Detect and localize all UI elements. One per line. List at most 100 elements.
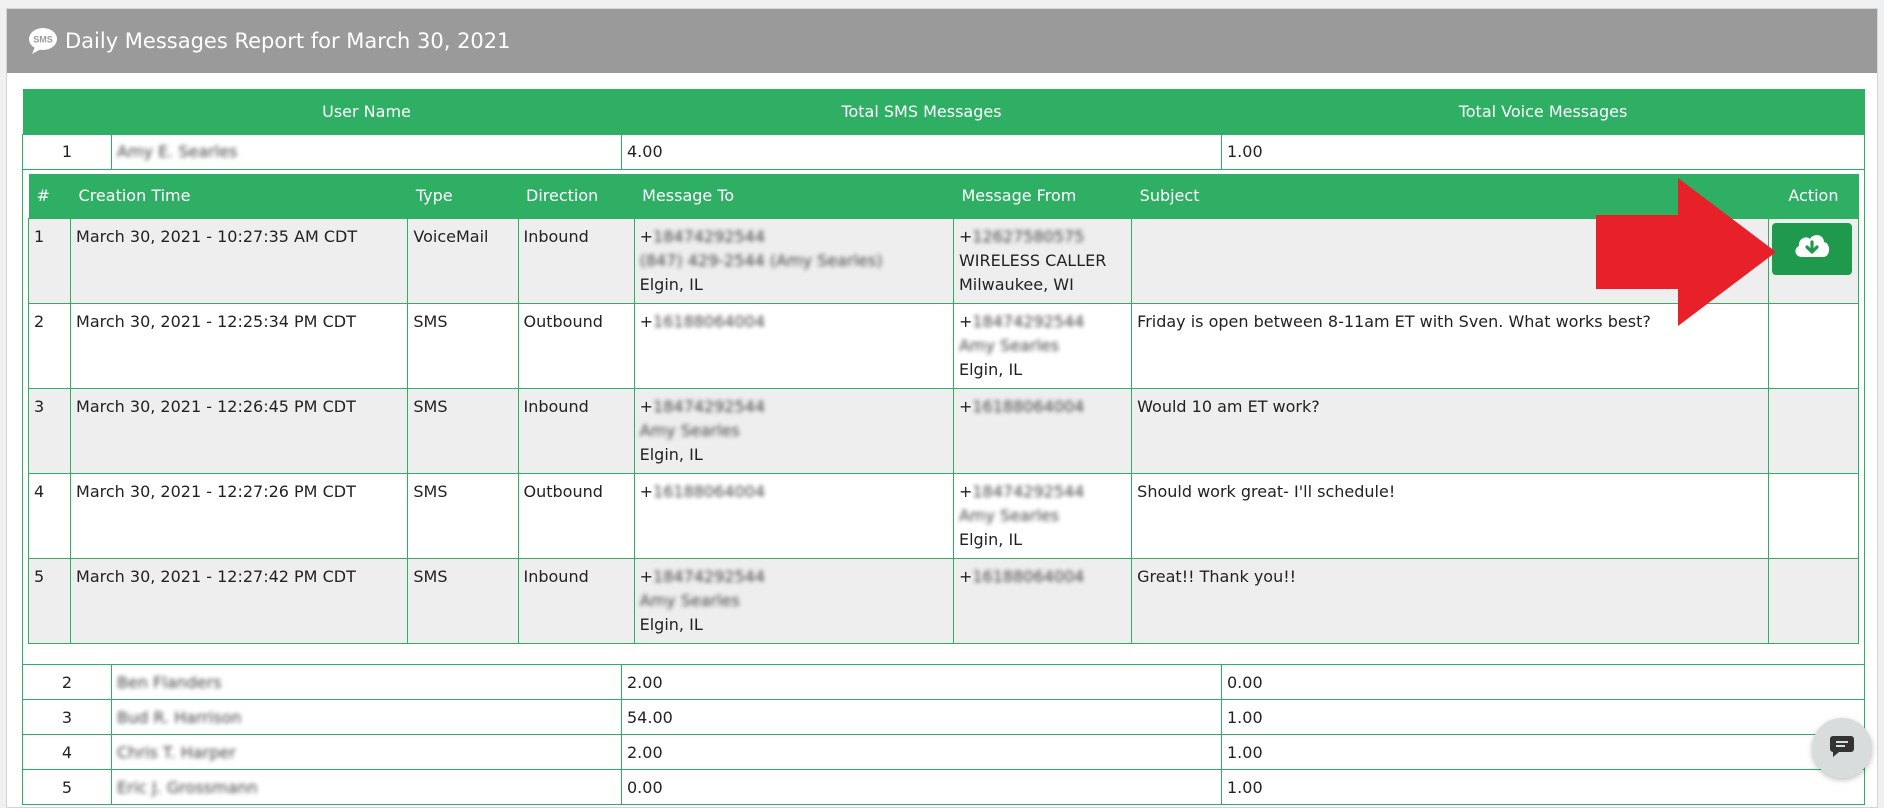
message-action — [1767, 218, 1860, 304]
summary-header-user-name: User Name — [111, 89, 622, 134]
message-direction: Outbound — [517, 303, 635, 389]
summary-user-name: Ben Flanders — [111, 664, 622, 700]
message-row: 3 March 30, 2021 - 12:26:45 PM CDT SMS I… — [27, 388, 1860, 474]
message-subject: Would 10 am ET work? — [1131, 388, 1769, 474]
message-action — [1767, 388, 1860, 474]
from-city: Elgin, IL — [958, 530, 1023, 549]
from-city: Elgin, IL — [958, 360, 1023, 379]
summary-user-name: Amy E. Searles — [111, 133, 622, 170]
summary-user-name: Bud R. Harrison — [111, 699, 622, 735]
message-direction: Inbound — [517, 388, 635, 474]
page-title: Daily Messages Report for March 30, 2021 — [65, 29, 511, 53]
message-action — [1767, 473, 1860, 559]
message-number: 3 — [27, 388, 72, 474]
from-name: Amy Searles — [958, 336, 1060, 355]
message-row: 4 March 30, 2021 - 12:27:26 PM CDT SMS O… — [27, 473, 1860, 559]
detail-header-creation-time: Creation Time — [70, 173, 408, 219]
from-plus: + — [958, 312, 973, 331]
to-name: (847) 429-2544 (Amy Searles) — [639, 251, 883, 270]
summary-header-total-sms: Total SMS Messages — [621, 89, 1222, 134]
summary-sms-total: 2.00 — [621, 734, 1222, 770]
red-arrow-icon — [1596, 178, 1776, 326]
summary-user-name: Eric J. Grossmann — [111, 769, 622, 805]
summary-row[interactable]: 5 Eric J. Grossmann 0.00 1.00 — [22, 769, 1865, 805]
to-plus: + — [639, 312, 654, 331]
to-plus: + — [639, 227, 654, 246]
message-type: VoiceMail — [407, 218, 519, 304]
message-time: March 30, 2021 - 12:25:34 PM CDT — [70, 303, 409, 389]
from-city: Milwaukee, WI — [958, 275, 1074, 294]
chat-button[interactable] — [1812, 718, 1872, 778]
detail-container: # Creation Time Type Direction Message T… — [22, 168, 1865, 665]
summary-header-index — [22, 89, 112, 134]
summary-voice-total: 0.00 — [1221, 664, 1865, 700]
svg-text:SMS: SMS — [33, 35, 53, 45]
summary-index: 4 — [22, 734, 112, 770]
message-from: +18474292544 Amy Searles Elgin, IL — [952, 303, 1133, 389]
message-direction: Outbound — [517, 473, 635, 559]
to-city: Elgin, IL — [639, 445, 703, 464]
message-direction: Inbound — [517, 218, 635, 304]
message-type: SMS — [407, 473, 519, 559]
message-from: +18474292544 Amy Searles Elgin, IL — [952, 473, 1133, 559]
message-action — [1767, 303, 1860, 389]
message-number: 5 — [27, 558, 72, 644]
message-action — [1767, 558, 1860, 644]
to-name: Amy Searles — [639, 591, 740, 610]
from-number: 16188064004 — [972, 397, 1085, 416]
summary-row[interactable]: 3 Bud R. Harrison 54.00 1.00 — [22, 699, 1865, 735]
detail-header-message-from: Message From — [953, 173, 1132, 219]
detail-header-type: Type — [407, 173, 518, 219]
download-button[interactable] — [1771, 223, 1852, 275]
to-number: 18474292544 — [653, 227, 766, 246]
summary-row[interactable]: 4 Chris T. Harper 2.00 1.00 — [22, 734, 1865, 770]
message-time: March 30, 2021 - 10:27:35 AM CDT — [70, 218, 409, 304]
message-to: +16188064004 — [633, 473, 954, 559]
message-type: SMS — [407, 303, 519, 389]
summary-user-name: Chris T. Harper — [111, 734, 622, 770]
detail-table: # Creation Time Type Direction Message T… — [27, 173, 1860, 644]
from-plus: + — [958, 227, 973, 246]
summary-row[interactable]: 1 Amy E. Searles 4.00 1.00 — [22, 133, 1865, 170]
from-number: 16188064004 — [972, 567, 1085, 586]
message-to: +18474292544 Amy Searles Elgin, IL — [633, 388, 954, 474]
message-from: +12627580575 WIRELESS CALLER Milwaukee, … — [952, 218, 1133, 304]
message-type: SMS — [407, 388, 519, 474]
to-city: Elgin, IL — [639, 275, 703, 294]
to-plus: + — [639, 482, 654, 501]
summary-sms-total: 4.00 — [621, 133, 1222, 170]
summary-index: 1 — [22, 133, 112, 170]
summary-header-total-voice: Total Voice Messages — [1221, 89, 1865, 134]
message-from: +16188064004 — [952, 388, 1133, 474]
message-time: March 30, 2021 - 12:27:26 PM CDT — [70, 473, 409, 559]
from-name: Amy Searles — [958, 506, 1060, 525]
report-header: SMS Daily Messages Report for March 30, … — [7, 9, 1877, 73]
message-number: 1 — [27, 218, 72, 304]
to-number: 18474292544 — [653, 397, 766, 416]
message-to: +18474292544 (847) 429-2544 (Amy Searles… — [633, 218, 954, 304]
message-row: 1 March 30, 2021 - 10:27:35 AM CDT Voice… — [27, 218, 1860, 304]
summary-voice-total: 1.00 — [1221, 699, 1865, 735]
to-city: Elgin, IL — [639, 615, 703, 634]
from-plus: + — [958, 482, 973, 501]
to-plus: + — [639, 567, 654, 586]
detail-header-direction: Direction — [518, 173, 635, 219]
message-from: +16188064004 — [952, 558, 1133, 644]
from-plus: + — [958, 397, 973, 416]
message-type: SMS — [407, 558, 519, 644]
summary-table: User Name Total SMS Messages Total Voice… — [22, 89, 1865, 805]
summary-row[interactable]: 2 Ben Flanders 2.00 0.00 — [22, 664, 1865, 700]
summary-voice-total: 1.00 — [1221, 133, 1865, 170]
message-number: 2 — [27, 303, 72, 389]
summary-index: 5 — [22, 769, 112, 805]
message-row: 2 March 30, 2021 - 12:25:34 PM CDT SMS O… — [27, 303, 1860, 389]
chat-bubble-icon — [1829, 734, 1855, 762]
summary-sms-total: 0.00 — [621, 769, 1222, 805]
to-number: 16188064004 — [653, 482, 766, 501]
summary-voice-total: 1.00 — [1221, 734, 1865, 770]
message-number: 4 — [27, 473, 72, 559]
summary-index: 2 — [22, 664, 112, 700]
from-number: 12627580575 — [972, 227, 1085, 246]
to-name: Amy Searles — [639, 421, 740, 440]
from-number: 18474292544 — [972, 482, 1085, 501]
